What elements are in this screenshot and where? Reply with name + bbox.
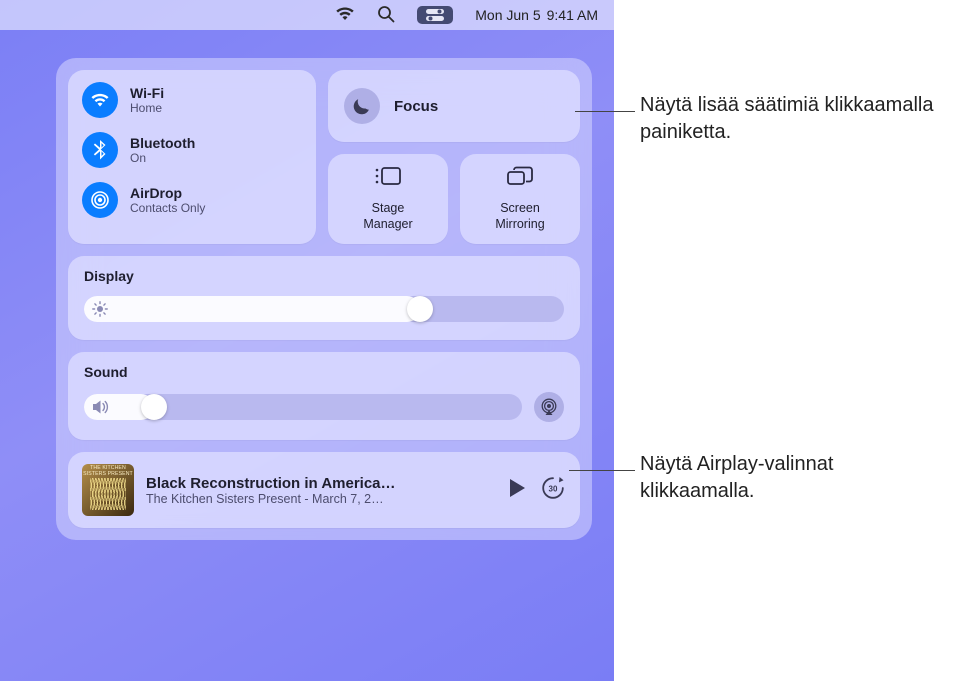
now-playing-title: Black Reconstruction in America… [146, 475, 496, 492]
focus-button[interactable]: Focus [328, 70, 580, 142]
callout-line [575, 111, 635, 112]
airdrop-subtitle: Contacts Only [130, 201, 205, 215]
now-playing-artwork: THE KITCHEN SISTERS PRESENT [82, 464, 134, 516]
control-center-icon[interactable] [417, 6, 453, 24]
display-module: Display [68, 256, 580, 340]
sound-module: Sound [68, 352, 580, 440]
sound-volume-slider[interactable] [84, 394, 522, 420]
stage-manager-button[interactable]: Stage Manager [328, 154, 448, 244]
wifi-icon [82, 82, 118, 118]
focus-label: Focus [394, 98, 438, 115]
now-playing-subtitle: The Kitchen Sisters Present - March 7, 2… [146, 492, 496, 506]
wifi-status-icon[interactable] [335, 7, 355, 24]
callout-focus: Näytä lisää säätimiä klikkaamalla painik… [640, 92, 950, 146]
callout-airplay: Näytä Airplay-valinnat klikkaamalla. [640, 451, 950, 505]
connectivity-module: Wi-Fi Home Bluetooth On AirDrop [68, 70, 316, 244]
wifi-title: Wi-Fi [130, 85, 164, 101]
moon-icon [344, 88, 380, 124]
skip-forward-30-button[interactable]: 30 [540, 475, 566, 506]
bluetooth-toggle[interactable]: Bluetooth On [82, 132, 302, 168]
callout-line [569, 470, 635, 471]
bluetooth-icon [82, 132, 118, 168]
control-center-panel: Wi-Fi Home Bluetooth On AirDrop [56, 58, 592, 540]
wifi-subtitle: Home [130, 101, 164, 115]
svg-text:30: 30 [549, 484, 558, 493]
airdrop-title: AirDrop [130, 185, 205, 201]
menubar: Mon Jun 5 9:41 AM [0, 0, 614, 30]
brightness-icon [92, 301, 108, 317]
airplay-audio-button[interactable] [534, 392, 564, 422]
spotlight-icon[interactable] [377, 5, 395, 26]
display-brightness-slider[interactable] [84, 296, 564, 322]
menubar-time: 9:41 AM [547, 7, 598, 23]
bluetooth-title: Bluetooth [130, 135, 195, 151]
airdrop-icon [82, 182, 118, 218]
wifi-toggle[interactable]: Wi-Fi Home [82, 82, 302, 118]
airdrop-toggle[interactable]: AirDrop Contacts Only [82, 182, 302, 218]
screen-mirroring-label: Screen Mirroring [495, 201, 544, 232]
screen-mirroring-icon [506, 166, 534, 193]
stage-manager-icon [374, 166, 402, 193]
play-button[interactable] [508, 478, 526, 503]
menubar-date: Mon Jun 5 [475, 7, 540, 23]
speaker-icon [92, 399, 108, 415]
menubar-datetime[interactable]: Mon Jun 5 9:41 AM [475, 7, 598, 23]
display-title: Display [84, 268, 564, 284]
screen-mirroring-button[interactable]: Screen Mirroring [460, 154, 580, 244]
airplay-icon [540, 398, 558, 416]
now-playing-module[interactable]: THE KITCHEN SISTERS PRESENT Black Recons… [68, 452, 580, 528]
stage-manager-label: Stage Manager [363, 201, 412, 232]
sound-title: Sound [84, 364, 564, 380]
bluetooth-subtitle: On [130, 151, 195, 165]
